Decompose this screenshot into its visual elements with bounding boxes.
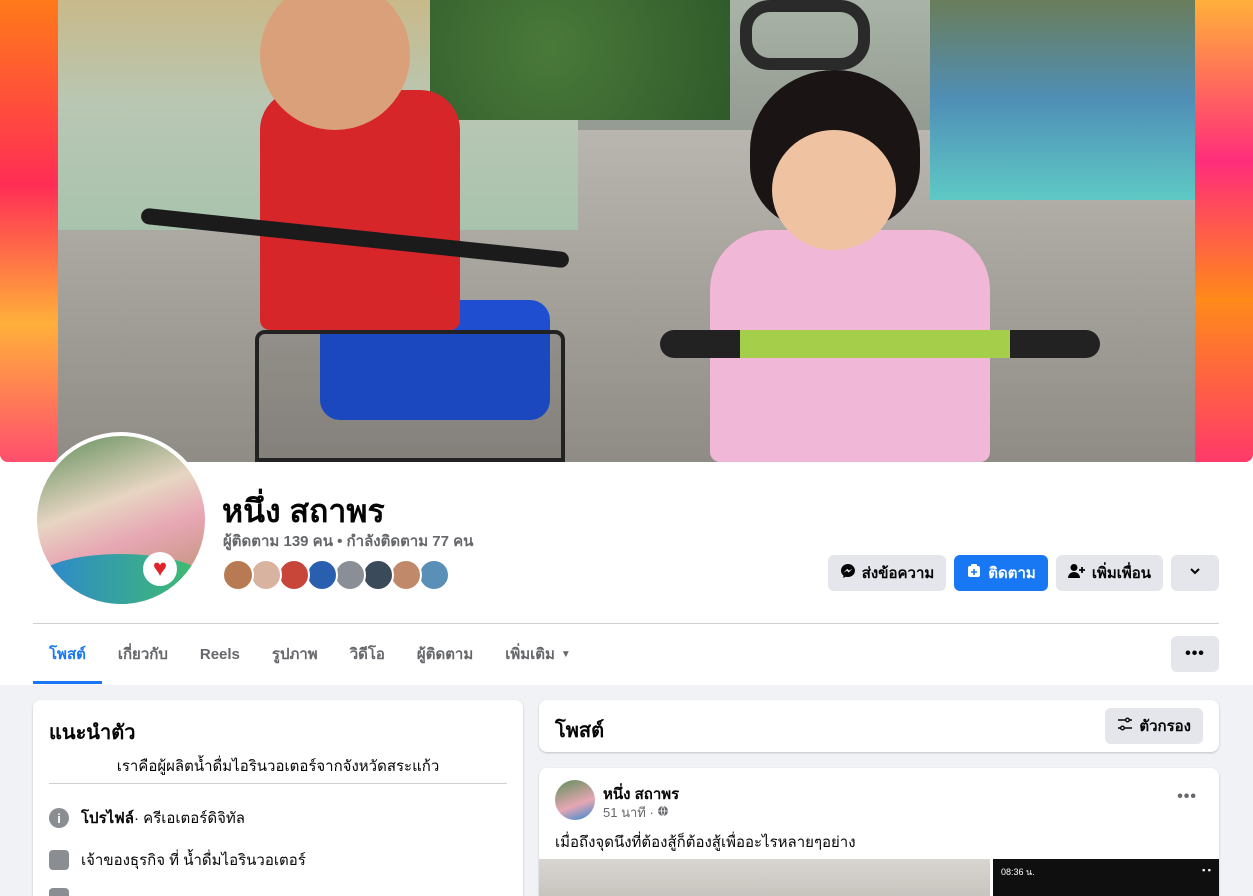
friend-avatar[interactable] <box>278 559 310 591</box>
tab-more[interactable]: เพิ่มเติม ▼ <box>489 624 587 684</box>
cover-frame-right <box>1195 0 1253 462</box>
tab-more-label: เพิ่มเติม <box>505 646 555 663</box>
profile-tabs: โพสต์ เกี่ยวกับ Reels รูปภาพ วิดีโอ ผู้ต… <box>33 624 587 684</box>
intro-profile-label: โปรไฟล์ <box>81 810 134 827</box>
post-text: เมื่อถึงจุดนึงที่ต้องสู้ก็ต้องสู้เพื่ออะ… <box>555 834 856 851</box>
post-image[interactable] <box>539 859 990 896</box>
friend-avatar[interactable] <box>222 559 254 591</box>
cover-basket <box>255 330 565 462</box>
post-time-text: 51 นาที · <box>603 805 654 820</box>
cover-child-girl <box>690 60 1010 462</box>
post-author-avatar[interactable] <box>555 780 595 820</box>
tab-about[interactable]: เกี่ยวกับ <box>102 624 184 684</box>
intro-business-text[interactable]: เจ้าของธุรกิจ ที่ น้ำดื่มไอรินวอเตอร์ <box>81 848 306 872</box>
cover-shirt <box>260 90 460 330</box>
friend-avatar[interactable] <box>250 559 282 591</box>
tab-photos[interactable]: รูปภาพ <box>256 624 334 684</box>
send-message-button[interactable]: ส่งข้อความ <box>827 555 947 591</box>
friend-avatar[interactable] <box>306 559 338 591</box>
more-actions-button[interactable] <box>1171 555 1219 591</box>
friend-avatar-list <box>222 559 450 591</box>
cover-face <box>772 130 896 250</box>
chevron-down-icon <box>1188 564 1202 582</box>
phone-status-time: 08:36 น. <box>1001 867 1035 877</box>
filter-label: ตัวกรอง <box>1139 718 1191 735</box>
cover-green-handlebar <box>660 330 1100 358</box>
messenger-icon <box>840 563 856 583</box>
add-friend-label: เพิ่มเพื่อน <box>1091 565 1151 582</box>
info-icon: i <box>49 808 69 828</box>
intro-business-row: เจ้าของธุรกิจ ที่ น้ำดื่มไอรินวอเตอร์ <box>49 848 306 872</box>
tabs-overflow-button[interactable]: ••• <box>1171 636 1219 672</box>
briefcase-icon <box>49 888 69 896</box>
intro-profile-row: i โปรไฟล์ · ครีเอเตอร์ดิจิทัล <box>49 806 245 830</box>
friend-avatar[interactable] <box>362 559 394 591</box>
post-timestamp[interactable]: 51 นาที · <box>603 802 669 823</box>
cover-photo[interactable] <box>0 0 1253 462</box>
facebook-profile-page: ♥ หนึ่ง สถาพร ผู้ติดตาม 139 คน • กำลังติ… <box>0 0 1253 896</box>
friend-avatar[interactable] <box>418 559 450 591</box>
intro-row-partial <box>49 888 81 896</box>
intro-profile-type: · ครีเอเตอร์ดิจิทัล <box>134 810 245 827</box>
avatar-frame-wave <box>37 553 205 604</box>
profile-header: ♥ หนึ่ง สถาพร ผู้ติดตาม 139 คน • กำลังติ… <box>0 0 1253 685</box>
friend-avatar[interactable] <box>334 559 366 591</box>
intro-bio: เราคือผู้ผลิตน้ำดื่มไอรินวอเตอร์จากจังหว… <box>116 758 440 775</box>
follow-icon <box>966 563 982 583</box>
tab-posts[interactable]: โพสต์ <box>33 624 102 684</box>
more-dots-icon: ••• <box>1185 645 1205 662</box>
follow-label: ติดตาม <box>988 565 1036 582</box>
profile-actions: ส่งข้อความ ติดตาม เพิ่มเพื่อน <box>827 555 1219 591</box>
friend-avatar[interactable] <box>390 559 422 591</box>
globe-icon <box>657 805 669 820</box>
follow-button[interactable]: ติดตาม <box>954 555 1048 591</box>
tab-reels[interactable]: Reels <box>184 624 256 684</box>
post-options-button[interactable]: ••• <box>1177 788 1197 806</box>
cover-frame-left <box>0 0 58 462</box>
intro-divider <box>49 783 507 784</box>
profile-avatar[interactable]: ♥ <box>33 432 209 608</box>
heart-icon: ♥ <box>143 552 177 586</box>
follower-count[interactable]: ผู้ติดตาม 139 คน • กำลังติดตาม 77 คน <box>223 529 473 553</box>
posts-title: โพสต์ <box>555 720 605 742</box>
phone-status-icons: ▪ ▪ <box>1202 865 1211 875</box>
tab-followers[interactable]: ผู้ติดตาม <box>401 624 489 684</box>
post-image-screenshot[interactable]: 08:36 น. ▪ ▪ <box>993 859 1219 896</box>
filter-icon <box>1117 717 1133 735</box>
intro-card: แนะนำตัว เราคือผู้ผลิตน้ำดื่มไอรินวอเตอร… <box>33 700 523 896</box>
add-friend-icon <box>1067 563 1086 583</box>
intro-title: แนะนำตัว <box>49 722 136 744</box>
avatar-image: ♥ <box>37 436 205 604</box>
filter-button[interactable]: ตัวกรอง <box>1105 708 1203 744</box>
caret-down-icon: ▼ <box>560 648 571 660</box>
send-message-label: ส่งข้อความ <box>861 565 935 582</box>
posts-header-card: โพสต์ ตัวกรอง <box>539 700 1219 752</box>
briefcase-icon <box>49 850 69 870</box>
add-friend-button[interactable]: เพิ่มเพื่อน <box>1055 555 1163 591</box>
tab-videos[interactable]: วิดีโอ <box>334 624 401 684</box>
post-card: หนึ่ง สถาพร 51 นาที · ••• เมื่อถึงจุดนึง… <box>539 768 1219 896</box>
